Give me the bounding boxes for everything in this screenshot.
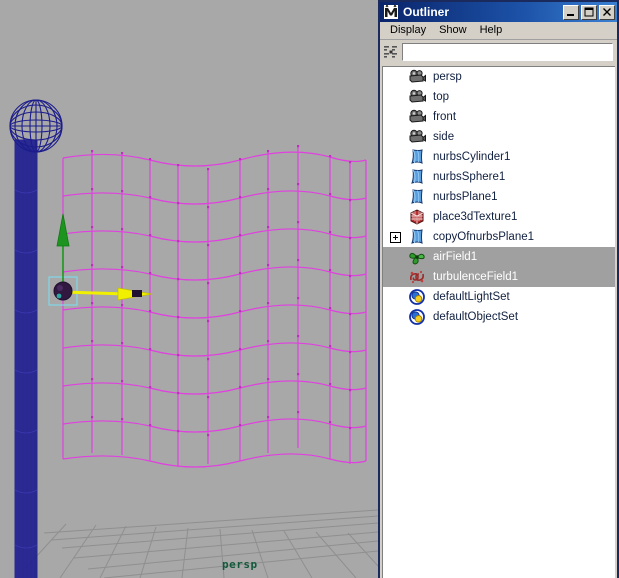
minimize-button[interactable]	[563, 4, 579, 20]
turbulence-field-icon	[405, 269, 429, 285]
nurbs-sphere-wireframe	[9, 99, 63, 153]
place3d-texture-icon	[405, 209, 429, 225]
outliner-toolbar	[380, 40, 617, 64]
camera-icon	[405, 89, 429, 105]
outliner-row-nurbsPlane1[interactable]: nurbsPlane1	[383, 187, 615, 207]
set-icon	[405, 309, 429, 325]
nurbs-surface-icon	[405, 149, 429, 165]
perspective-viewport[interactable]: persp	[0, 0, 378, 578]
outliner-row-label: nurbsSphere1	[433, 171, 506, 183]
maximize-button[interactable]	[581, 4, 597, 20]
camera-icon	[405, 109, 429, 125]
set-icon	[405, 289, 429, 305]
outliner-row-nurbsCylinder1[interactable]: nurbsCylinder1	[383, 147, 615, 167]
outliner-list[interactable]: persp top front side nurbsCylinder1 nurb…	[382, 66, 615, 578]
outliner-row-side[interactable]: side	[383, 127, 615, 147]
outliner-row-defaultObjectSet[interactable]: defaultObjectSet	[383, 307, 615, 327]
manipulator-center-hub	[53, 281, 73, 301]
maya-logo-icon	[383, 4, 399, 20]
outliner-row-label: defaultObjectSet	[433, 311, 519, 323]
plus-icon[interactable]	[389, 231, 401, 243]
expand-toggle-icon[interactable]	[385, 231, 405, 243]
menu-show[interactable]: Show	[433, 23, 474, 38]
menu-display[interactable]: Display	[384, 23, 433, 38]
outliner-row-place3dTexture1[interactable]: place3dTexture1	[383, 207, 615, 227]
air-field-icon	[405, 249, 429, 265]
outliner-row-copyOfnurbsPlane1[interactable]: copyOfnurbsPlane1	[383, 227, 615, 247]
outliner-row-label: front	[433, 111, 457, 123]
outliner-row-label: defaultLightSet	[433, 291, 510, 303]
outliner-sort-icon[interactable]	[382, 42, 400, 62]
outliner-row-label: place3dTexture1	[433, 211, 518, 223]
outliner-row-nurbsSphere1[interactable]: nurbsSphere1	[383, 167, 615, 187]
outliner-title: Outliner	[403, 5, 450, 19]
camera-icon	[405, 69, 429, 85]
outliner-row-turbulenceField1[interactable]: turbulenceField1	[383, 267, 615, 287]
outliner-filter-input[interactable]	[401, 42, 614, 62]
outliner-row-defaultLightSet[interactable]: defaultLightSet	[383, 287, 615, 307]
close-button[interactable]	[599, 4, 615, 20]
outliner-row-top[interactable]: top	[383, 87, 615, 107]
window-controls	[563, 4, 615, 20]
outliner-titlebar[interactable]: Outliner	[380, 2, 617, 22]
maya-application-window: persp Outliner Display Show Help persp t…	[0, 0, 619, 578]
manipulator-x-axis	[62, 290, 127, 296]
outliner-row-label: persp	[433, 71, 462, 83]
flagpole-cylinder	[14, 139, 38, 578]
outliner-window: Outliner Display Show Help persp top fro…	[378, 0, 619, 578]
outliner-row-label: turbulenceField1	[433, 271, 519, 283]
outliner-row-label: side	[433, 131, 455, 143]
nurbs-surface-icon	[405, 229, 429, 245]
camera-icon	[405, 129, 429, 145]
outliner-menubar: Display Show Help	[380, 22, 617, 40]
outliner-row-label: nurbsCylinder1	[433, 151, 511, 163]
outliner-row-persp[interactable]: persp	[383, 67, 615, 87]
nurbs-surface-icon	[405, 189, 429, 205]
outliner-row-label: airField1	[433, 251, 478, 263]
outliner-row-front[interactable]: front	[383, 107, 615, 127]
viewport-camera-label: persp	[222, 558, 258, 571]
menu-help[interactable]: Help	[474, 23, 510, 38]
viewport-canvas	[0, 0, 378, 578]
outliner-row-label: top	[433, 91, 449, 103]
nurbs-surface-icon	[405, 169, 429, 185]
outliner-row-airField1[interactable]: airField1	[383, 247, 615, 267]
outliner-row-label: copyOfnurbsPlane1	[433, 231, 535, 243]
outliner-row-label: nurbsPlane1	[433, 191, 498, 203]
